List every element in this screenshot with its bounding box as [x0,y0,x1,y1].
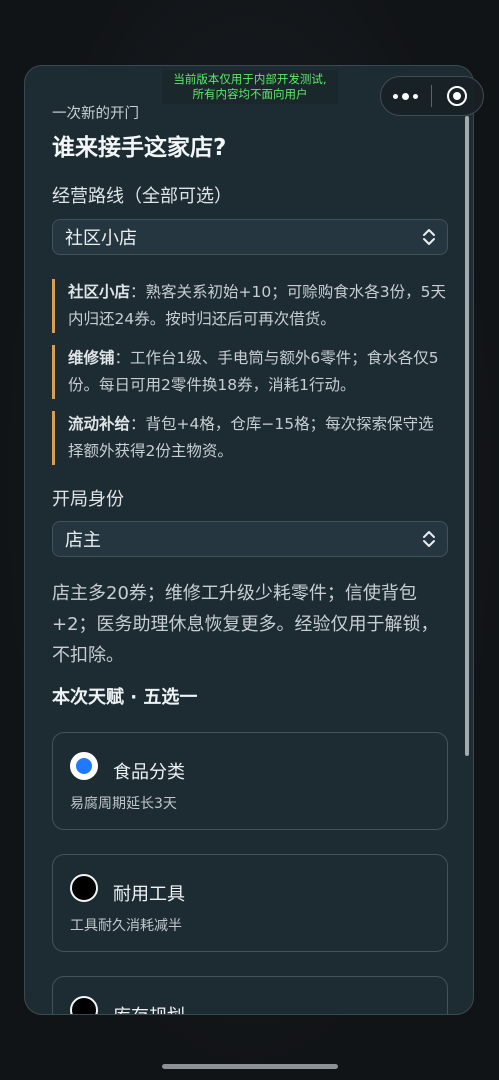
dialog-title: 谁来接手这家店? [52,135,227,161]
route-note-name: 维修铺 [68,349,115,367]
dev-banner-line1: 当前版本仅用于内部开发测试, [173,72,327,86]
talent-section-title: 本次天赋 · 五选一 [52,687,198,708]
route-select-value: 社区小店 [65,228,137,249]
route-note-community-store: 社区小店：熟客关系初始+10；可赊购食水各3份，5天内归还24券。按时归还后可再… [52,279,448,333]
talent-option-food-sorting[interactable]: 食品分类 易腐周期延长3天 [52,732,448,830]
radio-unchecked-icon[interactable] [70,996,98,1014]
radio-checked-icon[interactable] [70,752,98,780]
route-note-name: 社区小店 [68,283,131,301]
home-indicator[interactable] [162,1064,338,1069]
chevron-updown-icon [423,229,435,245]
route-select[interactable]: 社区小店 [52,219,448,255]
identity-select-value: 店主 [65,530,101,551]
talent-option-name: 库存规划 [113,1002,185,1014]
route-note-repair-shop: 维修铺：工作台1级、手电筒与额外6零件；食水各仅5份。每日可用2零件换18券，消… [52,345,448,399]
talent-option-effect: 工具耐久消耗减半 [70,918,182,934]
route-label: 经营路线（全部可选） [52,186,232,207]
identity-label: 开局身份 [52,489,124,510]
talent-option-name: 耐用工具 [113,884,185,905]
talent-option-effect: 易腐周期延长3天 [70,796,177,812]
identity-select[interactable]: 店主 [52,521,448,557]
talent-option-durable-tools[interactable]: 耐用工具 工具耐久消耗减半 [52,854,448,952]
radio-unchecked-icon[interactable] [70,874,98,902]
dev-test-banner: 当前版本仅用于内部开发测试, 所有内容均不面向用户 [162,70,338,104]
miniprogram-capsule [380,76,484,116]
route-note-text: ：工作台1级、手电筒与额外6零件；食水各仅5份。每日可用2零件换18券，消耗1行… [68,349,439,394]
talent-option-name: 食品分类 [113,762,185,783]
chevron-updown-icon [423,531,435,547]
more-dots-icon[interactable] [381,76,431,116]
route-note-mobile-supply: 流动补给：背包+4格，仓库−15格；每次探索保守选择额外获得2份主物资。 [52,411,448,465]
talent-option-inventory-planning[interactable]: 库存规划 [52,976,448,1014]
dialog-subtitle: 一次新的开门 [52,106,139,122]
route-note-name: 流动补给 [68,415,131,433]
close-circle-icon[interactable] [432,76,484,116]
new-game-dialog: 一次新的开门 谁来接手这家店? 经营路线（全部可选） 社区小店 社区小店：熟客关… [24,65,474,1015]
identity-description: 店主多20券；维修工升级少耗零件；信使背包+2；医务助理休息恢复更多。经验仅用于… [52,583,439,666]
dev-banner-line2: 所有内容均不面向用户 [192,87,308,101]
scrollbar[interactable] [465,116,469,756]
